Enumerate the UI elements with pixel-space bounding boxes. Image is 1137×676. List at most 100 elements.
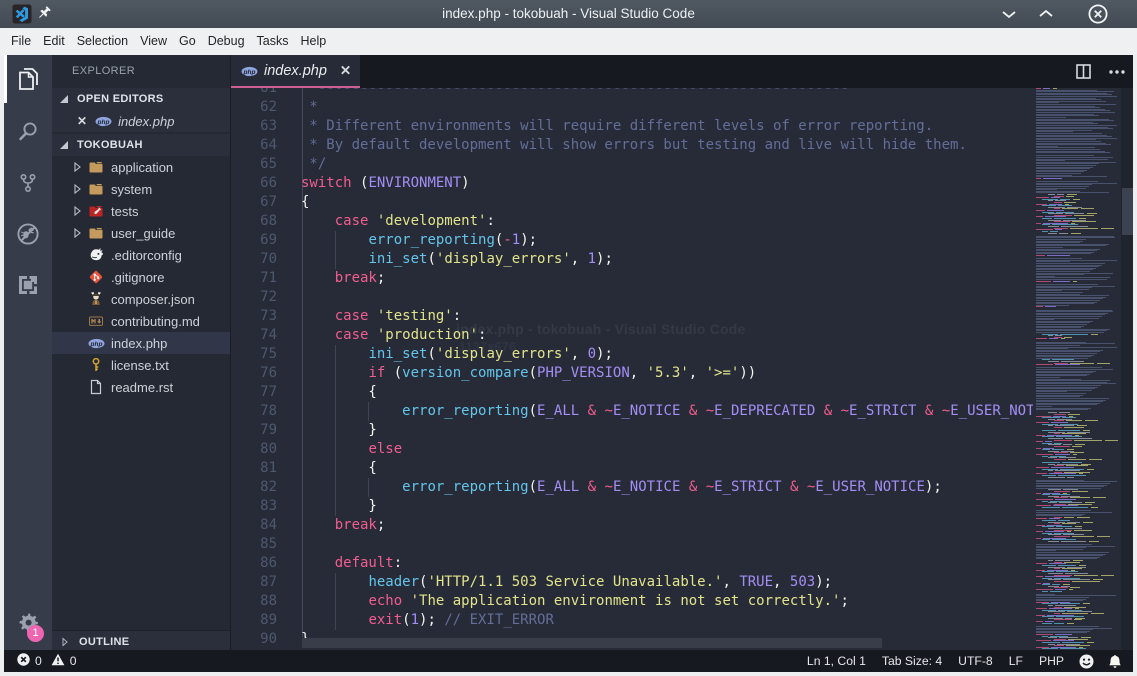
tree-item--gitignore[interactable]: .gitignore bbox=[52, 266, 230, 288]
split-editor-button[interactable] bbox=[1076, 55, 1091, 88]
menu-tasks[interactable]: Tasks bbox=[251, 28, 295, 55]
tree-item-contributing-md[interactable]: contributing.md bbox=[52, 310, 230, 332]
minimap-line bbox=[1065, 438, 1092, 439]
minimap-line bbox=[1048, 361, 1059, 362]
minimap-line bbox=[1042, 231, 1048, 232]
minimap-line bbox=[1036, 274, 1084, 275]
window-border-bottom bbox=[0, 672, 1137, 676]
status-php[interactable]: PHP bbox=[1039, 654, 1064, 668]
minimap-line bbox=[1045, 576, 1070, 577]
code-line: * bbox=[301, 98, 1077, 117]
minimap-line bbox=[1042, 648, 1058, 649]
minimap-line bbox=[1054, 619, 1072, 620]
tree-item-license-txt[interactable]: license.txt bbox=[52, 354, 230, 376]
minimap-line bbox=[1091, 507, 1098, 508]
code-line: *---------------------------------------… bbox=[301, 88, 1077, 98]
tree-item-readme-rst[interactable]: readme.rst bbox=[52, 376, 230, 398]
tree-item-user-guide[interactable]: user_guide bbox=[52, 222, 230, 244]
minimap-line bbox=[1036, 356, 1091, 357]
minimap-line bbox=[1036, 104, 1116, 105]
minimap-line bbox=[1054, 208, 1060, 209]
menu-view[interactable]: View bbox=[134, 28, 173, 55]
minimap-line bbox=[1048, 233, 1057, 234]
tab-index-php[interactable]: php index.php ✕ bbox=[231, 55, 360, 88]
menu-file[interactable]: File bbox=[5, 28, 37, 55]
errors-indicator[interactable]: 00 bbox=[17, 653, 77, 669]
minimap-line bbox=[1055, 364, 1080, 365]
status-lf[interactable]: LF bbox=[1009, 654, 1023, 668]
activity-source-control-icon[interactable] bbox=[4, 159, 52, 207]
menu-debug[interactable]: Debug bbox=[202, 28, 251, 55]
notifications-bell-icon[interactable] bbox=[1108, 654, 1122, 669]
activity-debug-icon[interactable] bbox=[4, 210, 52, 258]
project-section-header[interactable]: TOKOBUAH bbox=[52, 134, 230, 156]
minimap-line bbox=[1036, 345, 1080, 346]
vertical-scrollbar-slider[interactable] bbox=[1122, 188, 1133, 235]
minimap-line bbox=[1036, 117, 1066, 118]
minimap-line bbox=[1064, 517, 1074, 518]
minimap-line bbox=[1067, 611, 1092, 612]
minimap-line bbox=[1042, 494, 1050, 495]
menu-selection[interactable]: Selection bbox=[71, 28, 134, 55]
code-line: break; bbox=[301, 516, 1077, 535]
tree-item-index-php[interactable]: phpindex.php bbox=[52, 332, 230, 354]
minimap-line bbox=[1036, 266, 1099, 267]
tree-item-system[interactable]: system bbox=[52, 178, 230, 200]
close-button[interactable] bbox=[1088, 4, 1108, 24]
tree-item-label: user_guide bbox=[111, 226, 175, 241]
vertical-scrollbar[interactable] bbox=[1121, 88, 1133, 650]
active-item-indicator bbox=[4, 55, 7, 103]
minimap-line bbox=[1036, 157, 1113, 158]
minimap-line bbox=[1042, 539, 1050, 540]
tab-strip: php index.php ✕ bbox=[231, 55, 1133, 88]
tree-item-composer-json[interactable]: composer.json bbox=[52, 288, 230, 310]
activity-search-icon[interactable] bbox=[4, 107, 52, 155]
minimap-line bbox=[1036, 96, 1117, 97]
status-ln-1-col-1[interactable]: Ln 1, Col 1 bbox=[807, 654, 866, 668]
menu-edit[interactable]: Edit bbox=[37, 28, 71, 55]
open-editor-item[interactable]: ✕phpindex.php bbox=[52, 110, 230, 132]
tree-item-tests[interactable]: tests bbox=[52, 200, 230, 222]
horizontal-scrollbar-slider[interactable] bbox=[302, 638, 882, 648]
minimap-line bbox=[1087, 213, 1097, 214]
minimap-line bbox=[1072, 446, 1082, 447]
code-editor[interactable]: 6162636465666768697071727374757677787980… bbox=[231, 88, 1133, 650]
minimap-line bbox=[1079, 565, 1086, 566]
minimize-button[interactable] bbox=[999, 4, 1019, 24]
minimap-line bbox=[1073, 560, 1083, 561]
editorconfig-icon bbox=[88, 247, 104, 263]
minimap-line bbox=[1050, 231, 1058, 232]
minimap-line bbox=[1048, 470, 1053, 471]
key-icon bbox=[88, 357, 104, 373]
close-editor-icon[interactable]: ✕ bbox=[77, 114, 87, 128]
feedback-smiley-icon[interactable] bbox=[1079, 654, 1094, 669]
title-bar[interactable]: index.php - tokobuah - Visual Studio Cod… bbox=[0, 0, 1137, 28]
activity-extensions-icon[interactable] bbox=[4, 261, 52, 309]
more-actions-button[interactable] bbox=[1109, 55, 1125, 88]
minimap-line bbox=[1036, 600, 1083, 601]
outline-header[interactable]: OUTLINE bbox=[52, 630, 230, 652]
status-tab-size-4[interactable]: Tab Size: 4 bbox=[882, 654, 942, 668]
code-line: default: bbox=[301, 554, 1077, 573]
menu-go[interactable]: Go bbox=[173, 28, 202, 55]
project-label: TOKOBUAH bbox=[77, 139, 143, 151]
minimap-line bbox=[1036, 271, 1090, 272]
open-editors-header[interactable]: OPEN EDITORS bbox=[52, 88, 230, 110]
code-content[interactable]: *---------------------------------------… bbox=[301, 88, 1077, 649]
tab-close-icon[interactable]: ✕ bbox=[340, 63, 351, 79]
minimap-line bbox=[1089, 459, 1102, 460]
menu-help[interactable]: Help bbox=[295, 28, 333, 55]
minimap-line bbox=[1042, 616, 1054, 617]
status-utf-8[interactable]: UTF-8 bbox=[958, 654, 993, 668]
activity-explorer-icon[interactable] bbox=[4, 55, 52, 103]
minimap-line bbox=[1048, 200, 1053, 201]
minimap-line bbox=[1083, 430, 1090, 431]
maximize-button[interactable] bbox=[1036, 4, 1056, 24]
code-line: header('HTTP/1.1 503 Service Unavailable… bbox=[301, 573, 1077, 592]
tree-item-application[interactable]: application bbox=[52, 156, 230, 178]
minimap-line bbox=[1036, 454, 1053, 455]
tree-item--editorconfig[interactable]: .editorconfig bbox=[52, 244, 230, 266]
minimap[interactable] bbox=[1033, 88, 1121, 650]
minimap-line bbox=[1054, 427, 1062, 428]
minimap-line bbox=[1054, 218, 1076, 219]
